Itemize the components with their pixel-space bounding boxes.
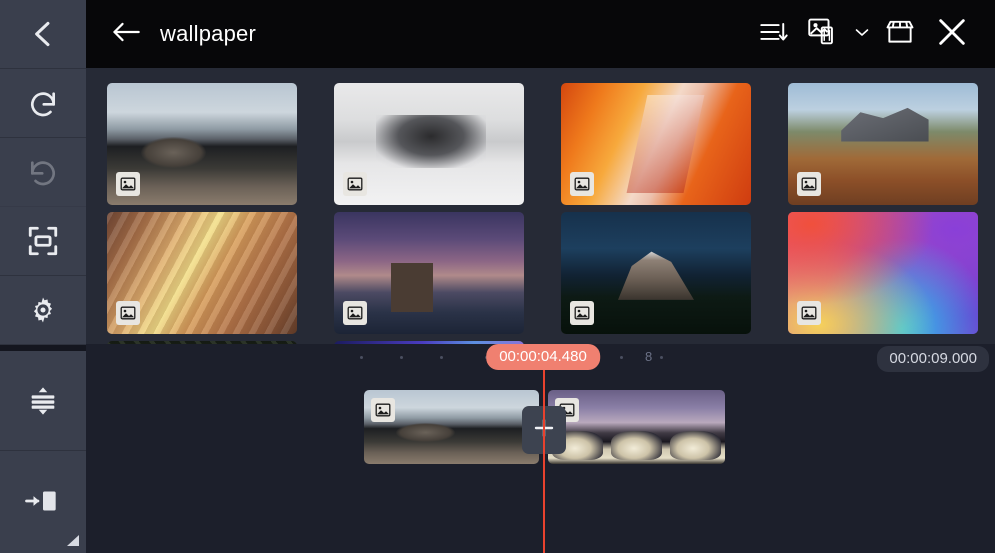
image-file-icon bbox=[797, 172, 821, 196]
header-actions bbox=[751, 11, 977, 57]
media-thumbnail-slot-canyon[interactable] bbox=[107, 212, 297, 334]
page-title: wallpaper bbox=[160, 21, 256, 47]
media-thumbnail-foggy-mountain[interactable] bbox=[334, 83, 524, 205]
ruler-tick-label: 8 bbox=[645, 349, 652, 364]
playhead[interactable] bbox=[543, 366, 545, 553]
left-toolbar bbox=[0, 0, 86, 553]
sort-button[interactable] bbox=[751, 11, 797, 57]
resize-grip-icon[interactable] bbox=[64, 533, 80, 547]
media-thumbnail-great-wall-dusk[interactable] bbox=[334, 212, 524, 334]
track-height-icon bbox=[26, 384, 60, 418]
main-area: wallpaper bbox=[86, 0, 995, 553]
media-thumbnail-color-gradient[interactable] bbox=[788, 212, 978, 334]
undo-icon bbox=[27, 87, 59, 119]
close-icon bbox=[935, 15, 969, 54]
media-grid bbox=[86, 76, 995, 344]
image-file-icon bbox=[116, 301, 140, 325]
sort-descending-icon bbox=[759, 19, 789, 50]
image-stack-icon bbox=[807, 17, 841, 52]
media-thumbnail-half-dome[interactable] bbox=[561, 212, 751, 334]
image-file-icon bbox=[371, 398, 395, 422]
sidebar-item-fit[interactable] bbox=[0, 207, 86, 276]
image-file-icon bbox=[797, 301, 821, 325]
timeline-clip-lake[interactable] bbox=[364, 390, 539, 464]
ruler-tick bbox=[660, 356, 663, 359]
ruler-tick bbox=[620, 356, 623, 359]
sidebar-item-redo[interactable] bbox=[0, 138, 86, 207]
video-editor-window: wallpaper bbox=[0, 0, 995, 553]
image-file-icon bbox=[570, 172, 594, 196]
ruler-tick bbox=[440, 356, 443, 359]
store-icon bbox=[883, 17, 917, 52]
media-browser-header: wallpaper bbox=[86, 0, 995, 68]
media-thumbnail-orange-canyon[interactable] bbox=[561, 83, 751, 205]
gear-icon bbox=[27, 294, 59, 326]
image-file-icon bbox=[343, 172, 367, 196]
redo-icon bbox=[27, 156, 59, 188]
timeline-track[interactable] bbox=[86, 390, 995, 464]
sidebar-item-back[interactable] bbox=[0, 0, 86, 69]
media-grid-panel[interactable] bbox=[86, 68, 995, 344]
ruler-tick bbox=[360, 356, 363, 359]
image-file-icon bbox=[570, 301, 594, 325]
image-file-icon bbox=[343, 301, 367, 325]
insert-clip-icon bbox=[24, 484, 62, 518]
timeline-panel[interactable]: 8 00:00:04.480 00:00:09.000 bbox=[86, 344, 995, 553]
ruler-tick bbox=[400, 356, 403, 359]
timeline-ruler[interactable]: 8 00:00:04.480 00:00:09.000 bbox=[86, 344, 995, 372]
sidebar-item-undo[interactable] bbox=[0, 69, 86, 138]
chevron-down-icon bbox=[854, 25, 870, 43]
media-type-chevron-button[interactable] bbox=[851, 11, 873, 57]
image-file-icon bbox=[116, 172, 140, 196]
arrow-left-icon bbox=[111, 19, 141, 50]
chevron-left-icon bbox=[26, 17, 60, 51]
close-button[interactable] bbox=[927, 11, 977, 57]
total-duration-badge: 00:00:09.000 bbox=[877, 346, 989, 372]
timeline-clip-car[interactable] bbox=[548, 390, 725, 464]
store-button[interactable] bbox=[877, 11, 923, 57]
media-thumbnail-great-wall-autumn[interactable] bbox=[788, 83, 978, 205]
sidebar-item-track-height[interactable] bbox=[0, 351, 86, 451]
media-thumbnail-lake-mountains[interactable] bbox=[107, 83, 297, 205]
sidebar-item-settings[interactable] bbox=[0, 276, 86, 345]
media-type-button[interactable] bbox=[801, 11, 847, 57]
header-back-button[interactable] bbox=[106, 14, 146, 54]
playhead-time-badge: 00:00:04.480 bbox=[486, 344, 600, 370]
fit-frame-icon bbox=[26, 224, 60, 258]
